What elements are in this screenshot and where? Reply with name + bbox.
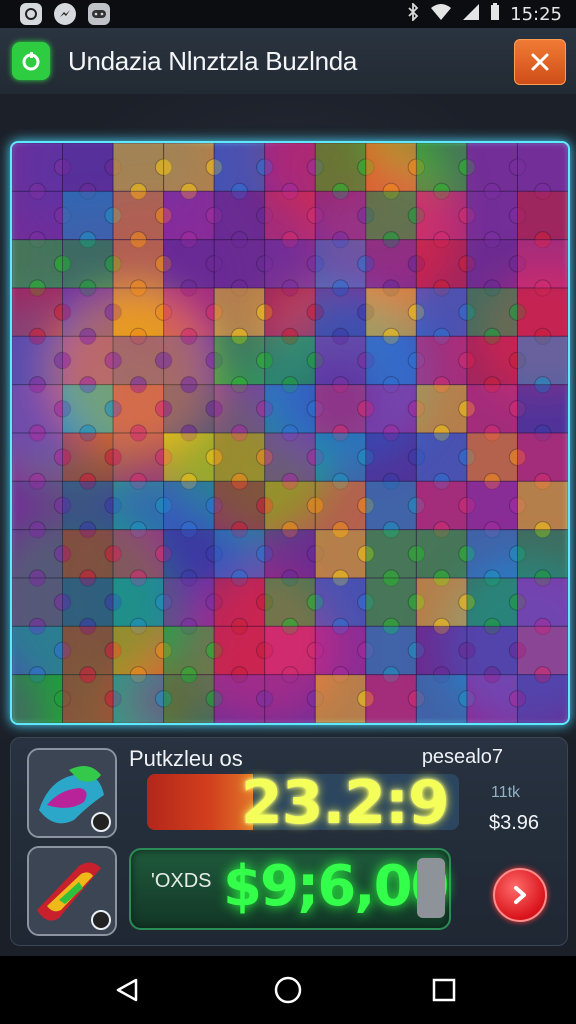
money-value: $9;6,00 bbox=[223, 854, 449, 919]
piece-preview-2[interactable] bbox=[27, 846, 117, 936]
pieces-label: Putkzleu os bbox=[129, 746, 243, 771]
home-icon bbox=[274, 976, 302, 1004]
progress-fill bbox=[147, 774, 254, 830]
side-price: $3.96 bbox=[489, 812, 540, 834]
puzzle-piece[interactable] bbox=[264, 674, 324, 723]
badge-icon bbox=[91, 812, 111, 832]
signal-icon bbox=[462, 3, 480, 26]
wifi-icon bbox=[430, 3, 452, 26]
gamepad-icon bbox=[88, 3, 110, 25]
puzzle-board[interactable] bbox=[10, 141, 570, 725]
back-icon bbox=[116, 978, 138, 1002]
moves-label: pesealo7 bbox=[421, 746, 503, 768]
app-header: Undazia Nlnztzla Buzlnda bbox=[0, 28, 576, 95]
battery-icon bbox=[490, 3, 500, 26]
puzzle-piece[interactable] bbox=[213, 674, 274, 723]
arrow-right-icon bbox=[514, 886, 526, 904]
puzzle-piece[interactable] bbox=[415, 674, 476, 723]
puzzle-piece[interactable] bbox=[314, 674, 375, 723]
puzzle-piece[interactable] bbox=[517, 674, 569, 723]
messenger-icon bbox=[54, 3, 76, 25]
puzzle-piece[interactable] bbox=[466, 674, 527, 723]
piece-preview-1[interactable] bbox=[27, 748, 117, 838]
close-icon bbox=[531, 53, 549, 71]
puzzle-piece[interactable] bbox=[163, 674, 223, 723]
money-label: 'OXDS bbox=[151, 870, 212, 892]
next-button[interactable] bbox=[493, 868, 547, 922]
app-logo-icon[interactable] bbox=[12, 42, 50, 80]
status-bar: 15:25 bbox=[0, 0, 576, 28]
money-display: 'OXDS $9;6,00 bbox=[129, 848, 451, 930]
badge-icon bbox=[91, 910, 111, 930]
puzzle-piece[interactable] bbox=[112, 674, 173, 723]
app-notification-icon bbox=[20, 3, 42, 25]
status-time: 15:25 bbox=[510, 4, 562, 25]
puzzle-piece[interactable] bbox=[62, 674, 122, 723]
home-button[interactable] bbox=[272, 974, 304, 1006]
back-button[interactable] bbox=[112, 974, 144, 1006]
bluetooth-icon bbox=[406, 1, 420, 26]
recents-icon bbox=[432, 978, 456, 1002]
puzzle-piece[interactable] bbox=[12, 674, 72, 723]
timer-value: 23.2:9 bbox=[241, 768, 450, 838]
side-subtitle: 11tk bbox=[491, 784, 521, 801]
money-cap bbox=[417, 858, 445, 918]
close-button[interactable] bbox=[514, 39, 566, 85]
hud-panel: Putkzleu os pesealo7 23.2:9 11tk $3.96 '… bbox=[10, 737, 568, 946]
puzzle-grid[interactable] bbox=[12, 143, 568, 723]
puzzle-piece[interactable] bbox=[365, 674, 426, 723]
navigation-bar bbox=[0, 956, 576, 1024]
app-title: Undazia Nlnztzla Buzlnda bbox=[68, 46, 358, 76]
recents-button[interactable] bbox=[428, 974, 460, 1006]
